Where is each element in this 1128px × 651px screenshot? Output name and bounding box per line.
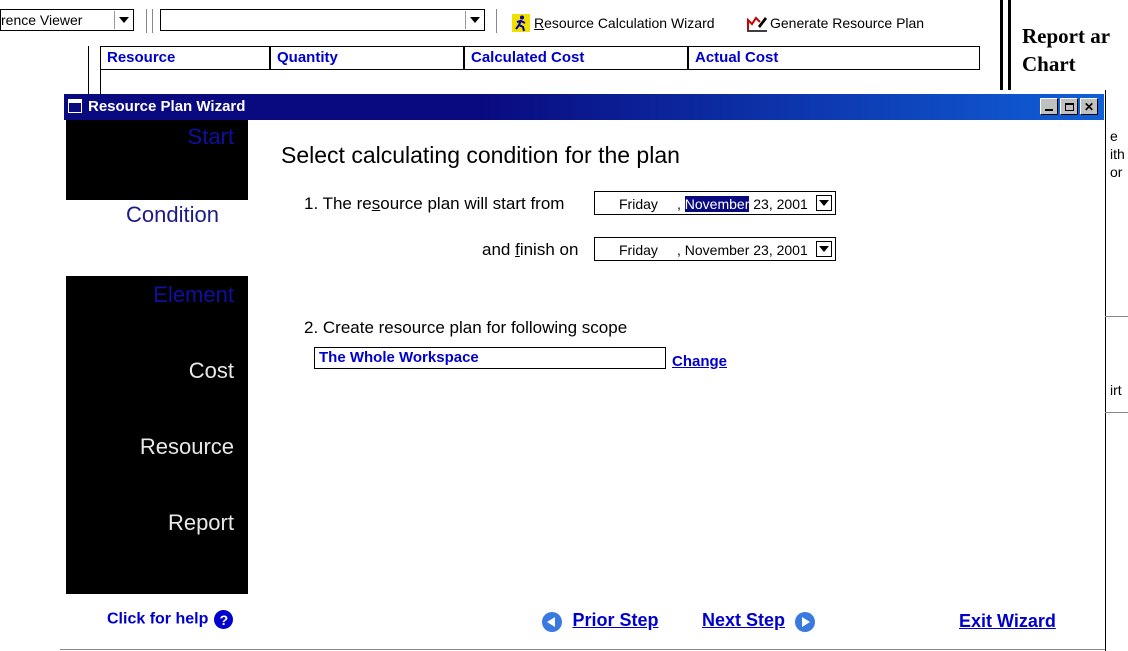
panel-text-fragment: e [1110,128,1118,144]
wizard-title-bar[interactable]: Resource Plan Wizard ✕ [64,94,1104,120]
resource-table-header: Resource Quantity Calculated Cost Actual… [100,46,980,70]
arrow-right-icon [795,611,816,632]
panel-text-fragment: ith [1110,146,1125,162]
report-title-line1: Report ar [1022,24,1111,48]
start-date-picker[interactable]: Friday , November 23, 2001 [594,191,836,215]
window-icon [68,99,82,113]
table-left-border [88,46,89,94]
panel-divider [1008,0,1011,90]
window-bottom-border [60,649,1105,650]
maximize-icon [1064,102,1074,111]
prior-step-button[interactable]: Prior Step [542,610,658,632]
chevron-down-icon[interactable] [816,195,832,211]
help-icon: ? [214,610,234,629]
panel-border [1105,90,1106,651]
next-step-button[interactable]: Next Step [702,610,816,632]
panel-divider [1105,316,1128,317]
page-title: Select calculating condition for the pla… [281,142,680,168]
table-left-border [100,70,101,94]
arrow-left-icon [542,611,562,632]
resource-plan-wizard-window: Resource Plan Wizard ✕ Start Condition E… [64,94,1104,651]
resource-calculation-wizard-button[interactable]: Resource Calculation Wizard [512,14,715,32]
toolbar-separator [146,9,150,33]
start-date-label: 1. The resource plan will start from [304,194,565,213]
panel-divider [1105,412,1128,413]
panel-text-fragment: or [1110,164,1123,180]
close-button[interactable]: ✕ [1080,98,1098,115]
maximize-button[interactable] [1060,98,1078,115]
nav-block-lower: Element Cost Resource Report [66,276,248,594]
exit-wizard-link[interactable]: Exit Wizard [959,611,1056,632]
finish-date-day: Friday [619,242,658,258]
nav-step-report[interactable]: Report [168,510,234,536]
nav-step-element[interactable]: Element [153,282,234,308]
report-panel-title: Report ar Chart [1022,22,1110,78]
minimize-icon [1045,108,1053,111]
scope-field[interactable]: The Whole Workspace [314,347,666,369]
chevron-down-icon[interactable] [114,11,132,29]
chart-pen-icon [747,16,767,32]
chevron-down-icon[interactable] [465,11,483,29]
scope-combo[interactable] [160,9,485,31]
report-title-line2: Chart [1022,52,1076,76]
column-header-resource[interactable]: Resource [101,47,271,69]
chevron-down-icon[interactable] [816,241,832,257]
wizard-title: Resource Plan Wizard [88,98,246,115]
toolbar-separator [496,9,500,33]
change-scope-link[interactable]: Change [672,353,727,370]
nav-block-start: Start [66,120,248,200]
window-controls: ✕ [1040,98,1098,115]
panel-text-fragment: irt [1110,382,1122,398]
minimize-button[interactable] [1040,98,1058,115]
start-date-day: Friday [619,196,658,212]
scope-label: 2. Create resource plan for following sc… [304,318,628,337]
nav-step-resource[interactable]: Resource [140,434,234,460]
finish-date-picker[interactable]: Friday , November 23, 2001 [594,237,836,261]
viewer-combo[interactable]: rence Viewer [0,9,134,31]
column-header-quantity[interactable]: Quantity [271,47,465,69]
toolbar-separator [152,9,156,33]
resource-calculation-wizard-label: Resource Calculation Wizard [534,15,715,31]
column-header-actual-cost[interactable]: Actual Cost [689,47,979,69]
prior-step-label: Prior Step [572,610,659,630]
next-step-label: Next Step [702,610,786,630]
help-link[interactable]: Click for help? [107,610,234,629]
nav-step-start[interactable]: Start [188,124,234,150]
column-header-calculated-cost[interactable]: Calculated Cost [465,47,689,69]
generate-resource-plan-button[interactable]: Generate Resource Plan [746,14,924,32]
generate-resource-plan-label: Generate Resource Plan [770,15,925,31]
main-toolbar: rence Viewer Resource Calculation Wizard… [0,0,1000,46]
running-man-icon [512,14,530,32]
help-link-label: Click for help [107,610,209,628]
nav-step-cost[interactable]: Cost [189,358,234,384]
close-icon: ✕ [1083,99,1095,114]
start-date-rest: 23, 2001 [749,196,808,212]
nav-step-condition[interactable]: Condition [126,202,219,228]
finish-date-label: and finish on [482,240,579,259]
start-date-value: , November 23, 2001 [677,196,808,212]
panel-divider [1000,0,1003,90]
start-date-month[interactable]: November [684,196,750,212]
finish-date-value: , November 23, 2001 [677,242,808,258]
